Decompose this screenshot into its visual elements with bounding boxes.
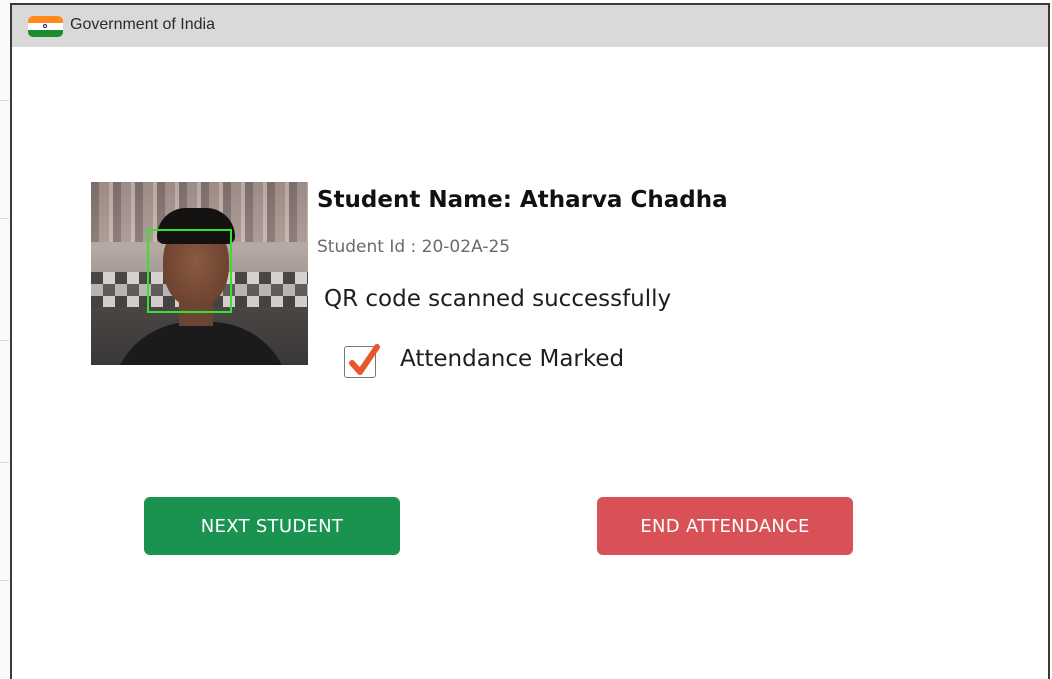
- window-title: Government of India: [70, 16, 215, 33]
- face-detection-box: [147, 229, 232, 313]
- end-attendance-button[interactable]: END ATTENDANCE: [597, 497, 853, 555]
- margin-divider: [0, 462, 9, 463]
- next-student-button[interactable]: NEXT STUDENT: [144, 497, 400, 555]
- margin-divider: [0, 580, 9, 581]
- app-window: Government of India Student Name: Atharv…: [10, 3, 1050, 679]
- attendance-checkbox[interactable]: [344, 344, 380, 378]
- margin-divider: [0, 218, 9, 219]
- qr-status-message: QR code scanned successfully: [324, 286, 672, 312]
- india-flag-icon: [28, 16, 63, 37]
- checkmark-icon: [349, 344, 380, 375]
- margin-divider: [0, 100, 9, 101]
- title-bar: Government of India: [12, 5, 1048, 47]
- student-name: Student Name: Atharva Chadha: [317, 187, 728, 213]
- margin-divider: [0, 340, 9, 341]
- student-id: Student Id : 20-02A-25: [317, 237, 511, 257]
- student-photo: [91, 182, 308, 365]
- attendance-label: Attendance Marked: [400, 346, 625, 372]
